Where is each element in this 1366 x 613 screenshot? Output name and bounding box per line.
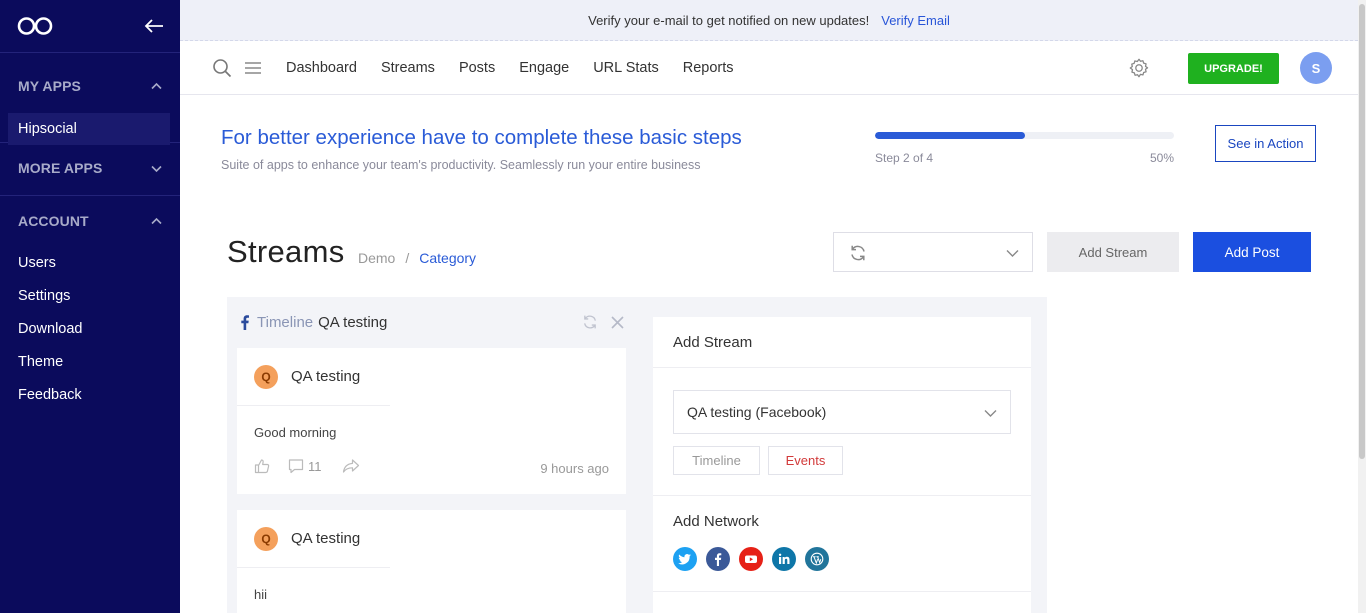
sidebar-section-more-apps: MORE APPS (0, 143, 180, 196)
account-select-value: QA testing (Facebook) (687, 404, 827, 420)
onboarding-percent: 50% (1150, 151, 1175, 165)
nav-dashboard[interactable]: Dashboard (286, 60, 357, 76)
linkedin-icon[interactable] (772, 547, 796, 571)
network-icons (673, 547, 838, 571)
refresh-icon (851, 245, 865, 261)
add-stream-button[interactable]: Add Stream (1047, 232, 1179, 272)
account-label: ACCOUNT (18, 213, 89, 229)
sidebar-item-users[interactable]: Users (0, 246, 180, 279)
chevron-up-icon (151, 217, 162, 224)
breadcrumb-separator: / (405, 250, 410, 266)
verify-email-link[interactable]: Verify Email (881, 13, 950, 28)
chevron-up-icon (151, 82, 162, 89)
sidebar-section-account: ACCOUNT Users Settings Download Theme Fe… (0, 196, 180, 411)
more-apps-label: MORE APPS (18, 160, 103, 176)
my-apps-toggle[interactable]: MY APPS (0, 53, 180, 113)
divider (653, 591, 1031, 592)
scrollbar-thumb[interactable] (1359, 4, 1365, 459)
onboarding-step-text: Step 2 of 4 (875, 151, 934, 165)
avatar: Q (254, 527, 278, 551)
menu-icon[interactable] (244, 58, 262, 78)
onboarding-progress-bar (875, 132, 1174, 139)
stream-account-name: QA testing (318, 314, 388, 331)
search-icon[interactable] (212, 58, 232, 78)
stream-column: Timeline QA testing Q QA testing Good mo… (227, 297, 637, 613)
wordpress-icon[interactable] (805, 547, 829, 571)
like-icon[interactable] (254, 458, 270, 474)
post-body: Good morning (254, 425, 337, 440)
nav-reports[interactable]: Reports (683, 60, 734, 76)
page-title: Streams (227, 234, 345, 269)
stream-type-label: Timeline (257, 314, 314, 331)
divider (653, 367, 1031, 368)
see-in-action-button[interactable]: See in Action (1215, 125, 1316, 162)
timeline-tag-button[interactable]: Timeline (673, 446, 760, 475)
close-icon[interactable] (611, 316, 624, 329)
collapse-sidebar-icon[interactable] (144, 18, 164, 34)
onboarding-title: For better experience have to complete t… (221, 126, 742, 149)
avatar: Q (254, 365, 278, 389)
account-select[interactable]: QA testing (Facebook) (673, 390, 1011, 434)
top-nav: Dashboard Streams Posts Engage URL Stats… (180, 41, 1358, 95)
youtube-icon[interactable] (739, 547, 763, 571)
stream-post: Q QA testing Good morning 11 9 hours ago (237, 348, 626, 494)
chevron-down-icon (984, 410, 997, 417)
chevron-down-icon (151, 165, 162, 172)
breadcrumb-demo[interactable]: Demo (358, 250, 395, 266)
sidebar-header (0, 0, 180, 53)
nav-url-stats[interactable]: URL Stats (593, 60, 659, 76)
sidebar: MY APPS Hipsocial MORE APPS ACCOUNT User… (0, 0, 180, 613)
refresh-icon[interactable] (582, 314, 598, 330)
facebook-icon[interactable] (706, 547, 730, 571)
more-apps-toggle[interactable]: MORE APPS (0, 143, 180, 193)
divider (237, 567, 390, 568)
chevron-down-icon (1006, 250, 1019, 257)
my-apps-label: MY APPS (18, 78, 81, 94)
nav-streams[interactable]: Streams (381, 60, 435, 76)
add-stream-panel: Add Stream QA testing (Facebook) Timelin… (653, 317, 1031, 613)
sidebar-item-theme[interactable]: Theme (0, 345, 180, 378)
sidebar-section-my-apps: MY APPS Hipsocial (0, 53, 180, 145)
stream-column-header: Timeline QA testing (241, 314, 387, 331)
gear-icon[interactable] (1128, 57, 1150, 79)
onboarding-subtitle: Suite of apps to enhance your team's pro… (221, 158, 701, 172)
logo-icon[interactable] (17, 16, 53, 36)
divider (653, 495, 1031, 496)
user-avatar[interactable]: S (1300, 52, 1332, 84)
post-time: 9 hours ago (540, 461, 609, 476)
post-author[interactable]: QA testing (291, 368, 360, 385)
sidebar-item-feedback[interactable]: Feedback (0, 378, 180, 411)
nav-engage[interactable]: Engage (519, 60, 569, 76)
nav-links: Dashboard Streams Posts Engage URL Stats… (286, 60, 758, 76)
refresh-interval-select[interactable] (833, 232, 1033, 272)
divider (237, 405, 390, 406)
facebook-icon (241, 315, 249, 330)
comment-icon[interactable] (288, 458, 304, 474)
sidebar-item-download[interactable]: Download (0, 312, 180, 345)
verify-email-banner: Verify your e-mail to get notified on ne… (180, 0, 1358, 41)
sidebar-item-settings[interactable]: Settings (0, 279, 180, 312)
add-post-button[interactable]: Add Post (1193, 232, 1311, 272)
twitter-icon[interactable] (673, 547, 697, 571)
post-author[interactable]: QA testing (291, 530, 360, 547)
breadcrumb-category[interactable]: Category (419, 250, 476, 266)
sidebar-item-hipsocial[interactable]: Hipsocial (8, 113, 170, 145)
breadcrumb: Demo / Category (358, 250, 476, 266)
comment-count: 11 (308, 458, 322, 474)
account-toggle[interactable]: ACCOUNT (0, 196, 180, 246)
stream-post: Q QA testing hii (237, 510, 626, 613)
post-actions: 11 (254, 458, 360, 474)
share-icon[interactable] (342, 458, 360, 474)
post-body: hii (254, 587, 268, 602)
nav-posts[interactable]: Posts (459, 60, 495, 76)
onboarding-progress-fill (875, 132, 1025, 139)
add-network-title: Add Network (673, 513, 759, 530)
upgrade-button[interactable]: UPGRADE! (1188, 53, 1279, 84)
events-tag-button[interactable]: Events (768, 446, 843, 475)
verify-message: Verify your e-mail to get notified on ne… (588, 12, 870, 28)
add-stream-title: Add Stream (673, 334, 753, 351)
